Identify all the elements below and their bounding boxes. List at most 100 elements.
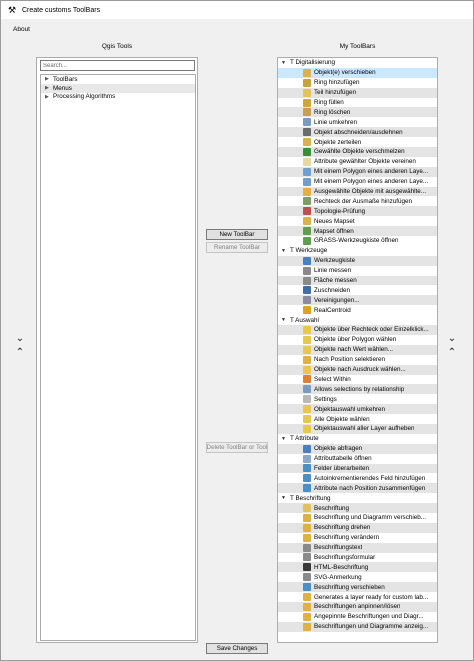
delete-ring-icon — [303, 108, 311, 117]
pinned-labels-icon — [303, 612, 311, 621]
tool-item-label: Werkzeugkiste — [314, 257, 356, 265]
tool-item[interactable]: Mapset öffnen — [278, 226, 437, 237]
identify-icon — [303, 444, 311, 453]
tool-item[interactable]: Rechteck der Ausmaße hinzufügen — [278, 196, 437, 206]
search-input[interactable] — [40, 60, 195, 71]
tree-item-toolbars[interactable]: ▶ ToolBars — [41, 75, 195, 84]
tool-item[interactable]: Beschriftungstext — [278, 542, 437, 553]
tool-item[interactable]: Beschriftungen und Diagramme anzeig... — [278, 621, 437, 632]
chevron-down-icon[interactable]: ⌄ — [15, 334, 25, 344]
select-within-icon — [303, 375, 311, 384]
show-labels-icon — [303, 622, 311, 631]
qgis-tools-label: Qgis Tools — [101, 43, 133, 50]
new-toolbar-button[interactable]: New ToolBar — [206, 229, 268, 240]
collapse-arrow-icon[interactable]: ▼ — [281, 436, 290, 442]
chevron-up-icon[interactable]: ⌃ — [15, 348, 25, 358]
tool-item[interactable]: Vereinigungen... — [278, 295, 437, 306]
expand-arrow-icon[interactable]: ▶ — [45, 85, 53, 91]
tool-item[interactable]: Mit einem Polygon eines anderen Laye... — [278, 177, 437, 187]
tool-item[interactable]: Settings — [278, 394, 437, 404]
tool-item[interactable]: Beschriftung und Diagramm verschieb... — [278, 513, 437, 523]
my-toolbars-tree: ▼ T Digitalisierung Objekt(e) verschieben R… — [278, 58, 437, 642]
tool-item[interactable]: Attributtabelle öffnen — [278, 454, 437, 464]
tool-item[interactable]: Felder überarbeiten — [278, 463, 437, 474]
tool-item[interactable]: RealCentroid — [278, 305, 437, 315]
collapse-arrow-icon[interactable]: ▼ — [281, 317, 290, 323]
tool-item[interactable]: Objekte zerteilen — [278, 137, 437, 147]
chevron-up-icon[interactable]: ⌃ — [447, 348, 457, 358]
toolbar-group-name: T Digitalisierung — [290, 59, 336, 67]
tool-item[interactable]: Beschriftung drehen — [278, 522, 437, 533]
tool-item[interactable]: Gewählte Objekte verschmelzen — [278, 147, 437, 157]
tool-item[interactable]: Linie umkehren — [278, 117, 437, 127]
tool-item[interactable]: Objekte nach Ausdruck wählen... — [278, 364, 437, 375]
tool-item-label: Beschriftungstext — [314, 544, 363, 552]
tool-item[interactable]: Teil hinzufügen — [278, 87, 437, 98]
tool-item-label: Beschriftungen anpinnen/lösen — [314, 603, 401, 611]
collapse-arrow-icon[interactable]: ▼ — [281, 495, 290, 501]
tool-item[interactable]: Nach Position selektieren — [278, 355, 437, 365]
tool-item[interactable]: Select Within — [278, 375, 437, 385]
tool-item[interactable]: Mit einem Polygon eines anderen Laye... — [278, 166, 437, 177]
tool-item-label: Objekt abschneiden/ausdehnen — [314, 128, 403, 136]
save-changes-button[interactable]: Save Changes — [206, 643, 268, 654]
tool-item[interactable]: GRASS-Werkzeugkiste öffnen — [278, 236, 437, 246]
grass-new-mapset-icon — [303, 217, 311, 226]
toolbar-group[interactable]: ▼ T Digitalisierung — [278, 58, 437, 68]
tool-item[interactable]: Beschriftung — [278, 503, 437, 513]
tool-item[interactable]: Objekte über Rechteck oder Einzelklick..… — [278, 325, 437, 335]
tool-item[interactable]: Beschriftung verschieben — [278, 582, 437, 593]
tool-item[interactable]: Beschriftung verändern — [278, 533, 437, 543]
tool-item[interactable]: Fläche messen — [278, 275, 437, 286]
tool-item[interactable]: Objektauswahl aller Layer aufheben — [278, 423, 437, 434]
select-by-value-icon — [303, 345, 311, 354]
tool-item[interactable]: HTML-Beschriftung — [278, 562, 437, 573]
tool-item[interactable]: Objektauswahl umkehren — [278, 404, 437, 415]
tool-item[interactable]: Autoinkrementierendes Feld hinzufügen — [278, 473, 437, 483]
expand-arrow-icon[interactable]: ▶ — [45, 94, 53, 100]
toolbar-group[interactable]: ▼ T Attribute — [278, 434, 437, 444]
toolbar-group[interactable]: ▼ T Beschriftung — [278, 493, 437, 503]
tool-item[interactable]: Ring löschen — [278, 107, 437, 118]
tool-item[interactable]: Alle Objekte wählen — [278, 414, 437, 424]
tool-item[interactable]: Beschriftungsformular — [278, 553, 437, 563]
tree-item-menus[interactable]: ▶ Menus — [41, 83, 195, 93]
delete-toolbar-button[interactable]: Delete ToolBar or Tool — [206, 442, 268, 453]
tool-item[interactable]: Objekt(e) verschieben — [278, 67, 437, 78]
tool-item[interactable]: Neues Mapset — [278, 216, 437, 226]
tool-item[interactable]: Objekt abschneiden/ausdehnen — [278, 127, 437, 138]
my-toolbars-label: My ToolBars — [339, 43, 376, 50]
tool-item[interactable]: SVG-Anmerkung — [278, 572, 437, 582]
collapse-arrow-icon[interactable]: ▼ — [281, 60, 290, 66]
tool-item[interactable]: Allows selections by relationship — [278, 384, 437, 395]
tool-item[interactable]: Objekte nach Wert wählen... — [278, 344, 437, 355]
expand-arrow-icon[interactable]: ▶ — [45, 76, 53, 82]
tool-item[interactable]: Linie messen — [278, 266, 437, 276]
tool-item[interactable]: Generates a layer ready for custom lab..… — [278, 592, 437, 602]
tool-item[interactable]: Objekte über Polygon wählen — [278, 335, 437, 345]
chevron-down-icon[interactable]: ⌄ — [447, 334, 457, 344]
tool-item-label: Attribute gewählter Objekte vereinen — [314, 158, 416, 166]
tool-item[interactable]: Angepinnte Beschriftungen und Diagr... — [278, 612, 437, 622]
tool-item[interactable]: Ring hinzufügen — [278, 78, 437, 88]
tree-item-processing-algorithms[interactable]: ▶ Processing Algorithms — [41, 93, 195, 102]
tool-item-label: Select Within — [314, 375, 351, 383]
tool-item[interactable]: Ausgewählte Objekte mit ausgewählte... — [278, 186, 437, 197]
toolbar-group[interactable]: ▼ T Werkzeuge — [278, 246, 437, 256]
tool-item[interactable]: Werkzeugkiste — [278, 255, 437, 266]
menu-about[interactable]: About — [1, 26, 36, 33]
tool-item[interactable]: Attribute gewählter Objekte vereinen — [278, 157, 437, 167]
tool-item[interactable]: Topologie-Prüfung — [278, 206, 437, 217]
tool-item[interactable]: Objekte abfragen — [278, 443, 437, 454]
rename-toolbar-button[interactable]: Rename ToolBar — [206, 242, 268, 253]
tool-item[interactable]: Beschriftungen anpinnen/lösen — [278, 601, 437, 612]
collapse-arrow-icon[interactable]: ▼ — [281, 248, 290, 254]
rotate-label-icon — [303, 523, 311, 532]
tool-item[interactable]: Zuschneiden — [278, 285, 437, 295]
tool-item[interactable]: Ring füllen — [278, 98, 437, 108]
text-annotation-icon — [303, 543, 311, 552]
toolbar-group[interactable]: ▼ T Auswahl — [278, 315, 437, 325]
field-calculator-icon — [303, 464, 311, 473]
tool-item[interactable]: Attribute nach Position zusammenfügen — [278, 483, 437, 494]
tool-item-label: Gewählte Objekte verschmelzen — [314, 148, 405, 156]
